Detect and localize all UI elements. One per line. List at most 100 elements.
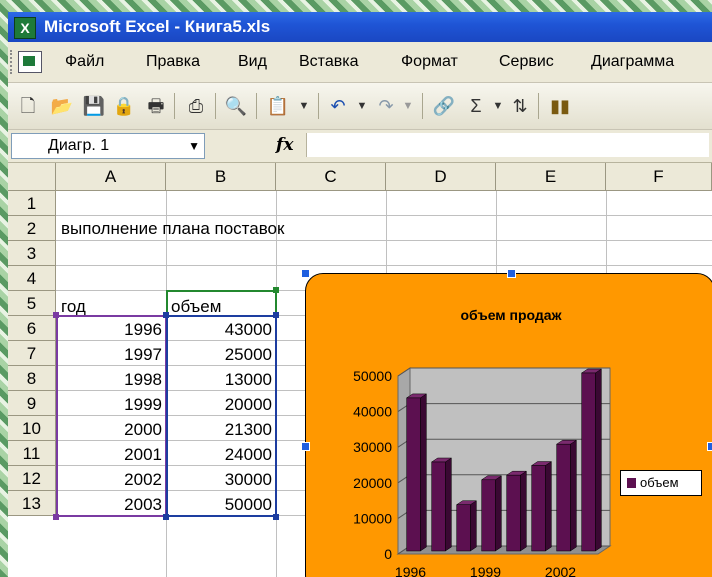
bar: [581, 372, 596, 552]
range-handle[interactable]: [273, 514, 279, 520]
row-header-1[interactable]: 1: [8, 191, 56, 216]
menu-insert[interactable]: Вставка: [299, 53, 358, 71]
row-header-4[interactable]: 4: [8, 266, 56, 291]
row-header-5[interactable]: 5: [8, 291, 56, 316]
menu-chart[interactable]: Диаграмма: [591, 53, 674, 71]
y-tick-label: 0: [384, 546, 392, 562]
range-handle[interactable]: [53, 514, 59, 520]
bar: [406, 397, 421, 552]
bar: [456, 504, 471, 552]
chart-legend[interactable]: объем: [620, 470, 702, 496]
range-handle[interactable]: [163, 514, 169, 520]
autosum-dropdown-icon[interactable]: ▼: [486, 94, 510, 118]
paste-icon[interactable]: 📋: [266, 94, 290, 118]
row-header-8[interactable]: 8: [8, 366, 56, 391]
bar-side: [570, 439, 577, 552]
toolbar-separator: [318, 93, 319, 119]
embedded-chart[interactable]: объем продаж 0 10000 20000 30000 40000 50000 1…: [305, 273, 712, 577]
column-header-a[interactable]: A: [56, 163, 166, 191]
select-all-corner[interactable]: [8, 163, 56, 191]
chart-resize-handle[interactable]: [301, 442, 310, 451]
row-header-7[interactable]: 7: [8, 341, 56, 366]
values-range[interactable]: [166, 315, 277, 517]
chevron-down-icon[interactable]: ▼: [188, 134, 200, 158]
row-header-10[interactable]: 10: [8, 416, 56, 441]
chart-resize-handle[interactable]: [507, 269, 516, 278]
title-bar: X Microsoft Excel - Книга5.xls: [8, 12, 712, 42]
worksheet-grid[interactable]: A B C D E F 1 2 3 4 5 6 7 8 9 10 11 12 1…: [8, 163, 712, 577]
new-icon[interactable]: 🗋: [16, 94, 40, 118]
chart-resize-handle[interactable]: [707, 442, 712, 451]
open-icon[interactable]: 📂: [50, 94, 74, 118]
y-tick-label: 10000: [353, 510, 392, 526]
print-preview-icon[interactable]: 🖶: [144, 94, 168, 118]
name-box[interactable]: Диагр. 1 ▼: [11, 133, 205, 159]
menu-tools[interactable]: Сервис: [499, 53, 554, 71]
row-header-6[interactable]: 6: [8, 316, 56, 341]
bar: [556, 443, 571, 552]
bar-side: [445, 457, 452, 552]
bar: [531, 465, 546, 552]
fx-icon[interactable]: fx: [276, 135, 293, 155]
formula-input[interactable]: [306, 133, 709, 157]
menu-format[interactable]: Формат: [401, 53, 458, 71]
menu-file[interactable]: Файл: [65, 53, 104, 71]
plot-floor: [396, 545, 612, 555]
y-tick-label: 50000: [353, 368, 392, 384]
column-header-f[interactable]: F: [606, 163, 712, 191]
window-title: Microsoft Excel - Книга5.xls: [44, 17, 271, 36]
document-icon[interactable]: [18, 51, 42, 73]
formula-bar: Диагр. 1 ▼ fx: [8, 130, 712, 163]
menu-view[interactable]: Вид: [238, 53, 267, 71]
range-handle[interactable]: [273, 312, 279, 318]
x-tick-label: 1999: [470, 564, 501, 577]
excel-window: X Microsoft Excel - Книга5.xls Файл Прав…: [8, 12, 712, 577]
undo-dropdown-icon[interactable]: ▼: [350, 94, 374, 118]
bar-side: [520, 470, 527, 552]
paste-dropdown-icon[interactable]: ▼: [292, 94, 316, 118]
row-header-12[interactable]: 12: [8, 466, 56, 491]
column-header-c[interactable]: C: [276, 163, 386, 191]
chart-canvas: 0 10000 20000 30000 40000 50000 1996 1999 2002: [353, 367, 612, 577]
column-header-b[interactable]: B: [166, 163, 276, 191]
redo-dropdown-icon[interactable]: ▼: [396, 94, 420, 118]
row-header-13[interactable]: 13: [8, 491, 56, 516]
row-header-2[interactable]: 2: [8, 216, 56, 241]
row-header-11[interactable]: 11: [8, 441, 56, 466]
save-icon[interactable]: 💾: [82, 94, 106, 118]
cell-a2[interactable]: выполнение плана поставок: [61, 216, 284, 241]
range-handle[interactable]: [163, 312, 169, 318]
excel-icon[interactable]: X: [14, 17, 36, 39]
toolbar-separator: [422, 93, 423, 119]
bar-side: [595, 368, 602, 552]
chart-wizard-icon[interactable]: ▮▮: [548, 94, 572, 118]
undo-icon[interactable]: ↶: [326, 94, 350, 118]
bar-side: [495, 475, 502, 552]
research-icon[interactable]: 🔍: [224, 94, 248, 118]
legend-swatch: [627, 478, 636, 488]
column-header-e[interactable]: E: [496, 163, 606, 191]
menu-grip[interactable]: [10, 50, 15, 74]
autosum-icon[interactable]: Σ: [464, 94, 488, 118]
sort-asc-icon[interactable]: ⇅: [508, 94, 532, 118]
column-header-d[interactable]: D: [386, 163, 496, 191]
range-handle[interactable]: [53, 312, 59, 318]
gridline: [56, 265, 712, 266]
permission-icon[interactable]: 🔒: [112, 94, 136, 118]
menu-bar: Файл Правка Вид Вставка Формат Сервис Ди…: [8, 42, 712, 83]
redo-icon[interactable]: ↷: [374, 94, 398, 118]
y-tick-label: 20000: [353, 475, 392, 491]
row-header-9[interactable]: 9: [8, 391, 56, 416]
range-handle[interactable]: [273, 287, 279, 293]
print-icon[interactable]: ⎙: [184, 94, 208, 118]
series-name-range[interactable]: [166, 290, 277, 317]
chart-resize-handle[interactable]: [301, 269, 310, 278]
standard-toolbar: 🗋 📂 💾 🔒 🖶 ⎙ 🔍 📋 ▼ ↶ ▼ ↷ ▼ 🔗 Σ ▼ ⇅ ▮▮: [8, 83, 712, 130]
hyperlink-icon[interactable]: 🔗: [432, 94, 456, 118]
category-range[interactable]: [56, 315, 167, 517]
row-header-3[interactable]: 3: [8, 241, 56, 266]
x-tick-label: 1996: [395, 564, 426, 577]
legend-label: объем: [640, 475, 679, 490]
menu-edit[interactable]: Правка: [146, 53, 200, 71]
toolbar-separator: [256, 93, 257, 119]
